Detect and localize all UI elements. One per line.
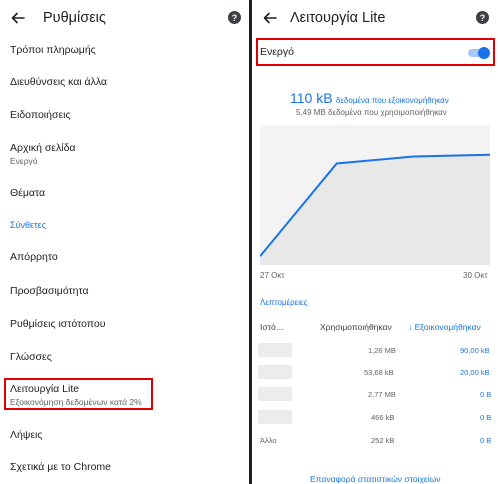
menu-item-label: Λήψεις — [10, 429, 43, 441]
sort-down-arrow-icon: ↓ — [408, 322, 415, 332]
menu-item-sublabel: Εξοικονόμηση δεδομένων κατά 2% — [10, 397, 142, 407]
table-row: 1,26 MB 90,00 kB — [252, 343, 498, 361]
table-header-saved[interactable]: ↓ Εξοικονομήθηκαν — [408, 322, 481, 332]
saved-value: 0 B — [480, 436, 492, 445]
saved-value: 0 B — [480, 390, 492, 399]
saved-value: 90,00 kB — [460, 346, 490, 355]
menu-item-homepage[interactable]: Αρχική σελίδα Ενεργό — [10, 142, 76, 166]
menu-item-label: Διευθύνσεις και άλλα — [10, 76, 107, 88]
reset-statistics-button[interactable]: Επαναφορά στατιστικών στοιχείων — [310, 474, 441, 484]
table-header-site: Ιστό… — [260, 322, 285, 332]
back-arrow-icon[interactable] — [262, 10, 278, 26]
help-icon[interactable]: ? — [476, 11, 489, 24]
menu-item-label: Ειδοποιήσεις — [10, 109, 71, 121]
details-link[interactable]: Λεπτομέρειες — [260, 298, 307, 307]
lite-mode-switch[interactable] — [466, 47, 490, 59]
menu-item-label: Προσβασιμότητα — [10, 285, 89, 297]
menu-item-label: Αρχική σελίδα — [10, 142, 76, 154]
back-arrow-icon[interactable] — [10, 10, 26, 26]
saved-value: 0 B — [480, 413, 492, 422]
table-header-used[interactable]: Χρησιμοποιήθηκαν — [320, 322, 392, 332]
menu-item-addresses[interactable]: Διευθύνσεις και άλλα — [10, 76, 107, 88]
settings-app-bar: Ρυθμίσεις ? — [0, 0, 249, 38]
used-value: 1,26 MB — [368, 346, 396, 355]
data-usage-chart — [260, 125, 490, 265]
site-favicon-placeholder — [258, 343, 292, 357]
used-value: 2,77 MB — [368, 390, 396, 399]
menu-item-label: Ρυθμίσεις ιστότοπου — [10, 318, 106, 330]
menu-item-label: Λειτουργία Lite — [10, 383, 80, 395]
menu-item-label: Απόρρητο — [10, 251, 58, 263]
used-value: 252 kB — [371, 436, 395, 445]
switch-thumb — [478, 47, 490, 59]
menu-item-lite-mode[interactable]: Λειτουργία Lite Εξοικονόμηση δεδομένων κ… — [10, 383, 142, 407]
menu-item-label: Τρόποι πληρωμής — [10, 44, 96, 56]
menu-item-label: Σχετικά με το Chrome — [10, 461, 112, 473]
menu-item-downloads[interactable]: Λήψεις — [10, 429, 42, 441]
table-row: 466 kB 0 B — [252, 410, 498, 428]
used-value: 466 kB — [371, 413, 395, 422]
settings-panel: Ρυθμίσεις ? Τρόποι πληρωμής Διευθύνσεις … — [0, 0, 249, 484]
table-row: 2,77 MB 0 B — [252, 387, 498, 405]
menu-item-themes[interactable]: Θέματα — [10, 187, 45, 199]
page-title: Ρυθμίσεις — [43, 10, 106, 26]
menu-item-label: Γλώσσες — [10, 351, 52, 363]
table-row: Άλλο 252 kB 0 B — [252, 433, 498, 451]
menu-item-notifications[interactable]: Ειδοποιήσεις — [10, 109, 71, 121]
x-axis-label-start: 27 Οκτ — [260, 271, 285, 280]
help-icon[interactable]: ? — [228, 11, 241, 24]
menu-item-accessibility[interactable]: Προσβασιμότητα — [10, 285, 89, 297]
table-row: 53,68 kB 20,00 kB — [252, 365, 498, 383]
site-name: Άλλο — [260, 436, 277, 445]
section-header-advanced: Σύνθετες — [10, 220, 46, 230]
menu-item-privacy[interactable]: Απόρρητο — [10, 251, 58, 263]
site-favicon-placeholder — [258, 365, 292, 379]
page-title: Λειτουργία Lite — [290, 10, 386, 26]
lite-mode-app-bar: Λειτουργία Lite ? — [252, 0, 498, 38]
menu-item-label: Θέματα — [10, 187, 46, 199]
x-axis-label-end: 30 Οκτ — [463, 271, 488, 280]
data-saved-caption: δεδομένα που εξοικονομήθηκαν — [335, 96, 449, 105]
menu-item-languages[interactable]: Γλώσσες — [10, 351, 52, 363]
menu-item-sublabel: Ενεργό — [10, 156, 38, 166]
site-favicon-placeholder — [258, 410, 292, 424]
saved-value: 20,00 kB — [460, 368, 490, 377]
lite-mode-panel: Λειτουργία Lite ? Ενεργό 110 kB δεδομένα… — [252, 0, 498, 484]
data-used-text: 5,49 MB δεδομένα που χρησιμοποιήθηκαν — [296, 108, 447, 117]
data-saved-value: 110 kB — [290, 90, 333, 106]
lite-mode-toggle-row[interactable]: Ενεργό — [252, 42, 498, 64]
used-value: 53,68 kB — [364, 368, 394, 377]
menu-item-payment-methods[interactable]: Τρόποι πληρωμής — [10, 44, 96, 56]
data-saved-summary: 110 kB δεδομένα που εξοικονομήθηκαν — [290, 90, 449, 106]
menu-item-site-settings[interactable]: Ρυθμίσεις ιστότοπου — [10, 318, 105, 330]
table-header-saved-label: Εξοικονομήθηκαν — [414, 322, 481, 332]
toggle-label: Ενεργό — [260, 46, 294, 58]
site-favicon-placeholder — [258, 387, 292, 401]
menu-item-about-chrome[interactable]: Σχετικά με το Chrome — [10, 461, 111, 473]
